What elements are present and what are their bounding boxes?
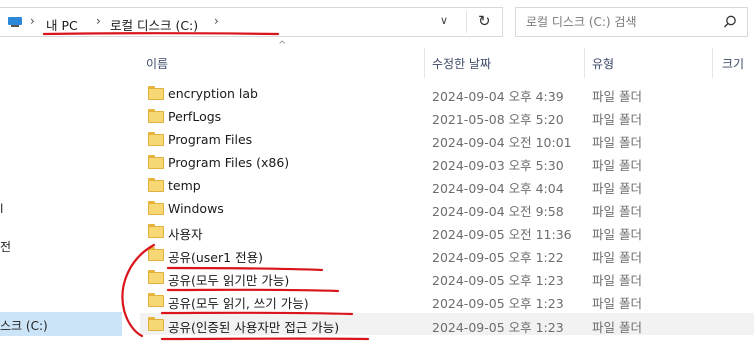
address-history-dropdown[interactable]: ∨ [440,14,448,27]
file-date: 2024-09-05 오후 1:23 [432,320,564,335]
file-type: 파일 폴더 [592,135,642,150]
folder-icon [148,178,164,192]
column-header-type[interactable]: 유형 [592,55,614,72]
file-type: 파일 폴더 [592,227,642,242]
nav-item-local-disk-label: 스크 (C:) [0,319,48,333]
address-divider [466,11,467,33]
column-header-name[interactable]: 이름 [146,55,168,72]
file-date: 2024-09-05 오후 1:23 [432,296,564,311]
file-type: 파일 폴더 [592,158,642,173]
file-row-temp[interactable]: temp 2024-09-04 오후 4:04 파일 폴더 [140,174,754,196]
address-bar[interactable]: › 내 PC › 로컬 디스크 (C:) › ∨ ↻ [0,7,503,37]
folder-icon [148,109,164,123]
file-row-perflogs[interactable]: PerfLogs 2021-05-08 오후 5:20 파일 폴더 [140,105,754,127]
column-header-date[interactable]: 수정한 날짜 [432,55,491,72]
file-name: 공유(인증된 사용자만 접근 가능) [168,320,340,335]
file-row-program-files-x86[interactable]: Program Files (x86) 2024-09-03 오후 5:30 파… [140,151,754,173]
file-type: 파일 폴더 [592,204,642,219]
address-row: › 내 PC › 로컬 디스크 (C:) › ∨ ↻ [0,0,754,44]
file-date: 2024-09-05 오전 11:36 [432,227,572,242]
column-header-size[interactable]: 크기 [722,55,744,72]
folder-icon [148,201,164,215]
breadcrumb-this-pc[interactable]: 내 PC [46,15,78,34]
column-divider[interactable] [424,48,425,78]
file-date: 2024-09-04 오전 10:01 [432,135,572,150]
file-type: 파일 폴더 [592,320,642,335]
file-type: 파일 폴더 [592,296,642,311]
file-row-users[interactable]: 사용자 2024-09-05 오전 11:36 파일 폴더 [140,220,754,242]
file-date: 2024-09-04 오후 4:04 [432,181,564,196]
folder-icon [148,270,164,284]
file-row-share-read-write[interactable]: 공유(모두 읽기, 쓰기 가능) 2024-09-05 오후 1:23 파일 폴… [140,289,754,311]
refresh-icon[interactable]: ↻ [478,12,491,30]
navigation-pane: l 전 스크 (C:) [0,44,122,344]
file-name: PerfLogs [168,109,222,124]
column-divider[interactable] [712,48,713,78]
breadcrumb-separator: › [214,14,219,28]
file-date: 2024-09-05 오후 1:23 [432,273,564,288]
search-input[interactable] [526,13,706,31]
file-name: 사용자 [168,227,203,242]
file-date: 2024-09-04 오후 4:39 [432,89,564,104]
nav-item-fragment[interactable]: 전 [0,238,11,255]
file-name: temp [168,178,201,193]
search-icon[interactable] [722,14,738,30]
nav-item-local-disk-selected[interactable]: 스크 (C:) [0,312,122,336]
file-type: 파일 폴더 [592,89,642,104]
folder-icon [148,155,164,169]
file-date: 2024-09-05 오후 1:22 [432,250,564,265]
file-name: 공유(모두 읽기만 가능) [168,273,290,288]
file-name: Program Files (x86) [168,155,290,170]
file-type: 파일 폴더 [592,181,642,196]
file-date: 2021-05-08 오후 5:20 [432,112,564,127]
file-row-share-authenticated[interactable]: 공유(인증된 사용자만 접근 가능) 2024-09-05 오후 1:23 파일… [140,313,754,335]
folder-icon [148,247,164,261]
breadcrumb-separator: › [96,14,101,28]
folder-icon [148,317,164,331]
nav-item-fragment[interactable]: l [0,202,3,216]
file-name: 공유(user1 전용) [168,250,263,265]
file-row-program-files[interactable]: Program Files 2024-09-04 오전 10:01 파일 폴더 [140,128,754,150]
breadcrumb-local-disk[interactable]: 로컬 디스크 (C:) [110,15,198,34]
folder-icon [148,132,164,146]
file-date: 2024-09-03 오후 5:30 [432,158,564,173]
this-pc-icon [8,17,22,27]
file-type: 파일 폴더 [592,250,642,265]
folder-icon [148,86,164,100]
column-divider[interactable] [584,48,585,78]
file-name: Windows [168,201,224,216]
file-name: Program Files [168,132,253,147]
search-box[interactable] [515,7,748,37]
file-row-encryption-lab[interactable]: encryption lab 2024-09-04 오후 4:39 파일 폴더 [140,82,754,104]
file-row-share-read-only[interactable]: 공유(모두 읽기만 가능) 2024-09-05 오후 1:23 파일 폴더 [140,266,754,288]
breadcrumb-separator: › [30,14,35,28]
file-type: 파일 폴더 [592,112,642,127]
file-date: 2024-09-04 오전 9:58 [432,204,564,219]
folder-icon [148,224,164,238]
file-name: 공유(모두 읽기, 쓰기 가능) [168,296,309,311]
folder-icon [148,293,164,307]
file-row-share-user1[interactable]: 공유(user1 전용) 2024-09-05 오후 1:22 파일 폴더 [140,243,754,265]
file-row-windows[interactable]: Windows 2024-09-04 오전 9:58 파일 폴더 [140,197,754,219]
sort-ascending-icon: ^ [278,40,287,51]
file-name: encryption lab [168,86,258,101]
file-type: 파일 폴더 [592,273,642,288]
